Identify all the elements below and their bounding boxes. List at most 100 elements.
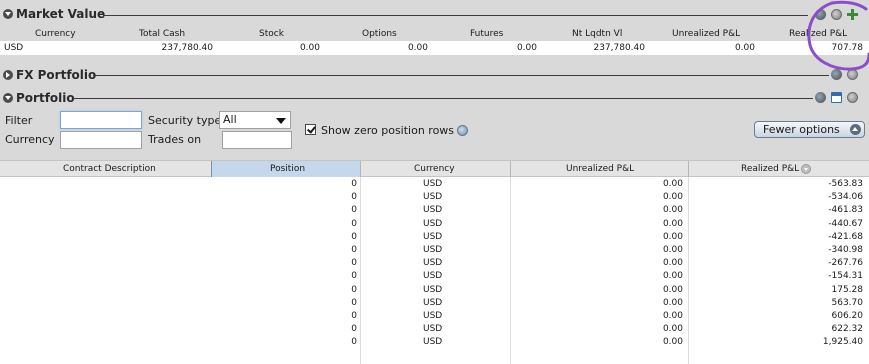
column-divider <box>688 161 689 177</box>
sort-icon[interactable] <box>801 164 811 174</box>
table-row[interactable]: 0 USD 0.00 -534.06 <box>0 191 869 204</box>
table-row[interactable]: 0 USD 0.00 -461.83 <box>0 204 869 217</box>
close-icon[interactable] <box>847 69 858 80</box>
gear-icon[interactable] <box>815 9 826 20</box>
fewer-options-label: Fewer options <box>763 123 840 136</box>
cell-realized-pl: 622.32 <box>831 324 864 335</box>
cell-unrealized-pl: 0.00 <box>734 43 755 53</box>
show-zero-label[interactable]: Show zero position rows <box>321 124 454 137</box>
column-header[interactable]: Options <box>362 29 397 39</box>
column-header[interactable]: Unrealized P&L <box>672 29 740 39</box>
help-icon[interactable] <box>457 125 468 136</box>
cell-nt-lqdtn-vl: 237,780.40 <box>593 43 645 53</box>
trades-on-input[interactable] <box>222 131 292 149</box>
market-value-title: Market Value <box>16 7 106 21</box>
column-header[interactable]: Realized P&L <box>741 164 799 174</box>
chevron-down-icon[interactable] <box>3 70 13 80</box>
column-divider <box>360 161 361 177</box>
security-type-value: All <box>223 113 237 126</box>
gear-icon[interactable] <box>815 92 826 103</box>
cell-position: 0 <box>351 311 357 321</box>
filter-input[interactable] <box>60 111 142 129</box>
table-row[interactable]: 0 USD 0.00 175.28 <box>0 284 869 297</box>
cell-realized-pl: -421.68 <box>828 231 863 242</box>
section-divider <box>103 15 808 16</box>
table-row[interactable]: 0 USD 0.00 -267.76 <box>0 257 869 270</box>
cell-position: 0 <box>351 231 357 242</box>
cell-currency: USD <box>423 192 443 203</box>
column-header[interactable]: Stock <box>259 29 284 39</box>
cell-realized-pl: -267.76 <box>828 258 863 269</box>
cell-realized-pl: -154.31 <box>828 271 863 282</box>
cell-currency: USD <box>423 205 443 216</box>
cell-position: 0 <box>351 258 357 269</box>
currency-input[interactable] <box>60 131 142 149</box>
column-header[interactable]: Futures <box>470 29 503 39</box>
cell-position: 0 <box>351 179 357 189</box>
security-type-select[interactable]: All <box>219 111 291 129</box>
cell-unrealized-pl: 0.00 <box>662 192 683 203</box>
section-divider <box>73 98 813 99</box>
security-type-label: Security type <box>148 114 222 127</box>
fx-portfolio-header[interactable]: FX Portfolio <box>3 68 96 82</box>
column-header[interactable]: Position <box>270 164 305 174</box>
table-row[interactable]: 0 USD 0.00 -154.31 <box>0 270 869 283</box>
cell-unrealized-pl: 0.00 <box>662 245 683 255</box>
close-icon[interactable] <box>847 92 858 103</box>
cell-unrealized-pl: 0.00 <box>662 258 683 269</box>
cell-unrealized-pl: 0.00 <box>662 231 683 242</box>
cell-currency: USD <box>423 324 443 335</box>
cell-realized-pl: -563.83 <box>828 179 863 189</box>
cell-unrealized-pl: 0.00 <box>662 218 683 229</box>
cell-realized-pl: -534.06 <box>828 192 863 203</box>
cell-unrealized-pl: 0.00 <box>662 179 683 189</box>
gear-icon[interactable] <box>831 69 842 80</box>
portfolio-table: 0 USD 0.00 -563.83 0 USD 0.00 -534.06 0 USD 0.00 -4… <box>0 177 869 364</box>
cell-currency: USD <box>423 271 443 282</box>
column-header[interactable]: Contract Description <box>63 164 156 174</box>
cell-currency: USD <box>423 311 443 321</box>
cell-realized-pl: -440.67 <box>828 218 863 229</box>
close-icon[interactable] <box>831 9 842 20</box>
cell-currency: USD <box>423 337 443 348</box>
cell-position: 0 <box>351 284 357 295</box>
cell-currency: USD <box>423 231 443 242</box>
table-row[interactable]: 0 USD 0.00 1,925.40 <box>0 336 869 349</box>
cell-position: 0 <box>351 337 357 348</box>
show-zero-checkbox[interactable] <box>305 124 316 135</box>
column-header[interactable]: Currency <box>414 164 455 174</box>
cell-unrealized-pl: 0.00 <box>662 205 683 216</box>
cell-unrealized-pl: 0.00 <box>662 297 683 308</box>
chevron-down-icon[interactable] <box>3 93 13 103</box>
window-icon[interactable] <box>831 92 842 103</box>
table-row[interactable]: 0 USD 0.00 563.70 <box>0 297 869 310</box>
table-row[interactable]: 0 USD 0.00 -340.98 <box>0 244 869 257</box>
cell-unrealized-pl: 0.00 <box>662 311 683 321</box>
plus-icon[interactable] <box>847 9 858 20</box>
cell-currency: USD <box>423 218 443 229</box>
cell-unrealized-pl: 0.00 <box>662 337 683 348</box>
trades-on-label: Trades on <box>148 133 202 146</box>
column-header[interactable]: Realized P&L <box>789 29 847 39</box>
table-row[interactable]: 0 USD 0.00 -563.83 <box>0 178 869 191</box>
column-header[interactable]: Currency <box>35 29 76 39</box>
cell-currency: USD <box>423 297 443 308</box>
cell-stock: 0.00 <box>299 43 320 53</box>
table-row[interactable]: 0 USD 0.00 -440.67 <box>0 218 869 231</box>
table-row[interactable]: 0 USD 0.00 -421.68 <box>0 231 869 244</box>
cell-realized-pl: 606.20 <box>831 311 864 321</box>
column-header[interactable]: Nt Lqdtn Vl <box>572 29 622 39</box>
dropdown-arrow-icon <box>276 118 286 124</box>
chevron-down-icon[interactable] <box>3 9 13 19</box>
market-value-row[interactable]: USD 237,780.40 0.00 0.00 0.00 237,780.40… <box>0 41 869 55</box>
portfolio-column-headers: Contract Description Position Currency U… <box>0 160 869 177</box>
column-header[interactable]: Unrealized P&L <box>566 164 634 174</box>
column-header[interactable]: Total Cash <box>139 29 185 39</box>
table-row[interactable]: 0 USD 0.00 606.20 <box>0 310 869 323</box>
portfolio-header[interactable]: Portfolio <box>3 91 75 105</box>
market-value-header[interactable]: Market Value <box>3 7 105 21</box>
fewer-options-button[interactable]: Fewer options <box>754 121 865 138</box>
market-value-column-headers: Currency Total Cash Stock Options Future… <box>0 27 869 41</box>
table-row[interactable]: 0 USD 0.00 622.32 <box>0 323 869 336</box>
cell-position: 0 <box>351 324 357 335</box>
